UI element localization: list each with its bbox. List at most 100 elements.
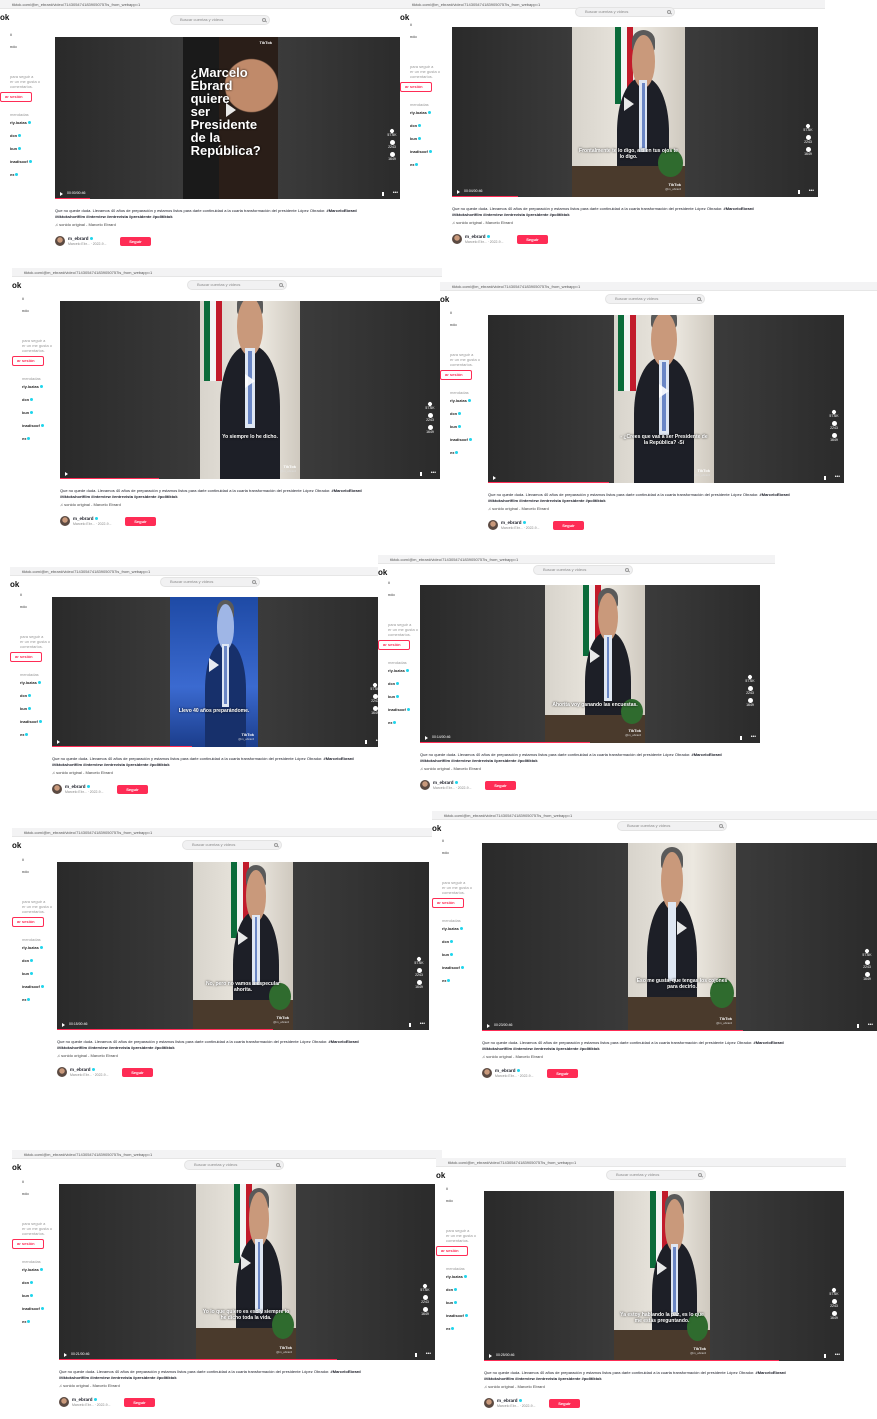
- caption-hashtag[interactable]: #MarceloEbrard: [324, 756, 354, 761]
- suggested-account[interactable]: kun: [22, 971, 33, 976]
- video-player[interactable]: Eso me gusta, que tengas los cojones par…: [482, 843, 877, 1031]
- more-options-icon[interactable]: •••: [420, 1021, 425, 1027]
- progress-bar[interactable]: [55, 197, 90, 199]
- caption-hashtags[interactable]: #tiktokshortfilm #interview #entrevista …: [55, 214, 173, 219]
- avatar[interactable]: [482, 1068, 492, 1078]
- follow-button[interactable]: Seguir: [122, 1068, 153, 1077]
- progress-bar[interactable]: [482, 1029, 743, 1031]
- browser-url-bar[interactable]: tiktok.com/@m_ebrard/video/7143054741839…: [436, 1158, 846, 1167]
- suggested-account[interactable]: dcn: [22, 397, 33, 402]
- video-player[interactable]: Yo lo que quiero es eso y siempre lo he …: [59, 1184, 435, 1360]
- tiktok-logo[interactable]: ok: [10, 580, 19, 589]
- tiktok-logo[interactable]: ok: [378, 568, 387, 577]
- caption-hashtag[interactable]: #MarceloEbrard: [332, 488, 362, 493]
- suggested-account[interactable]: kun: [450, 424, 461, 429]
- suggested-account[interactable]: inadisoof: [22, 984, 44, 989]
- sidebar-nav-item[interactable]: ii: [450, 310, 452, 315]
- sidebar-nav-item[interactable]: ndo: [20, 604, 27, 609]
- tiktok-logo[interactable]: ok: [440, 295, 449, 304]
- sidebar-nav-item[interactable]: ndo: [22, 869, 29, 874]
- tiktok-logo[interactable]: ok: [432, 824, 441, 833]
- author-name[interactable]: m_ebrard: [72, 1397, 97, 1402]
- video-player[interactable]: No, pero no vamos a especular ahorita. Ti…: [57, 862, 429, 1030]
- author-name[interactable]: m_ebrard: [433, 780, 458, 785]
- progress-bar[interactable]: [57, 1028, 273, 1030]
- sidebar-nav-item[interactable]: ii: [22, 296, 24, 301]
- suggested-account[interactable]: kun: [22, 410, 33, 415]
- search-icon[interactable]: [276, 1163, 280, 1167]
- caption-hashtag[interactable]: #MarceloEbrard: [756, 1370, 786, 1375]
- suggested-account[interactable]: rly.lozias: [10, 120, 31, 125]
- suggested-account[interactable]: inadisoof: [450, 437, 472, 442]
- progress-bar[interactable]: [484, 1359, 780, 1361]
- search-input[interactable]: Buscar cuentas y videos: [575, 7, 675, 17]
- play-icon[interactable]: [623, 96, 634, 111]
- suggested-account[interactable]: inadisoof: [10, 159, 32, 164]
- avatar[interactable]: [57, 1067, 67, 1077]
- search-icon[interactable]: [252, 580, 256, 584]
- search-input[interactable]: Buscar cuentas y videos: [617, 821, 727, 831]
- original-sound-link[interactable]: sonido original - Marcelo Ebrard: [452, 220, 513, 225]
- caption-hashtags[interactable]: #tiktokshortfilm #interview #entrevista …: [482, 1046, 600, 1051]
- progress-bar[interactable]: [59, 1358, 338, 1360]
- play-pause-icon[interactable]: [60, 192, 63, 196]
- suggested-account[interactable]: dcn: [10, 133, 21, 138]
- login-button[interactable]: ar sesión: [436, 1246, 468, 1256]
- suggested-account[interactable]: ex: [450, 450, 458, 455]
- progress-bar[interactable]: [488, 481, 610, 483]
- suggested-account[interactable]: inadisoof: [442, 965, 464, 970]
- suggested-account[interactable]: ex: [410, 162, 418, 167]
- sidebar-nav-item[interactable]: ii: [20, 592, 22, 597]
- volume-icon[interactable]: [824, 1354, 828, 1358]
- sidebar-nav-item[interactable]: ndo: [22, 308, 29, 313]
- play-icon[interactable]: [657, 1260, 667, 1275]
- play-icon[interactable]: [241, 1256, 251, 1271]
- suggested-account[interactable]: ex: [20, 732, 28, 737]
- follow-button[interactable]: Seguir: [124, 1398, 155, 1407]
- login-button[interactable]: ar sesión: [12, 356, 44, 366]
- suggested-account[interactable]: kun: [446, 1300, 457, 1305]
- volume-icon[interactable]: [382, 192, 386, 196]
- more-options-icon[interactable]: •••: [393, 190, 398, 196]
- play-pause-icon[interactable]: [489, 1354, 492, 1358]
- suggested-account[interactable]: rly.lozias: [22, 384, 43, 389]
- follow-button[interactable]: Seguir: [125, 517, 156, 526]
- follow-button[interactable]: Seguir: [517, 235, 548, 244]
- suggested-account[interactable]: rly.lozias: [450, 398, 471, 403]
- browser-url-bar[interactable]: tiktok.com/@m_ebrard/video/7143054741839…: [12, 828, 437, 837]
- play-icon[interactable]: [659, 383, 669, 398]
- sidebar-nav-item[interactable]: ndo: [410, 34, 417, 39]
- volume-icon[interactable]: [409, 1023, 413, 1027]
- caption-hashtags[interactable]: #tiktokshortfilm #interview #entrevista …: [60, 494, 178, 499]
- search-icon[interactable]: [625, 568, 629, 572]
- login-button[interactable]: ar sesión: [432, 898, 464, 908]
- play-pause-icon[interactable]: [64, 1353, 67, 1357]
- search-icon[interactable]: [279, 283, 283, 287]
- volume-icon[interactable]: [857, 1024, 861, 1028]
- suggested-account[interactable]: dcn: [442, 939, 453, 944]
- tiktok-logo[interactable]: ok: [12, 841, 21, 850]
- more-options-icon[interactable]: •••: [835, 474, 840, 480]
- sidebar-nav-item[interactable]: ndo: [442, 850, 449, 855]
- progress-bar[interactable]: [452, 195, 518, 197]
- play-icon[interactable]: [677, 920, 687, 935]
- caption-hashtags[interactable]: #tiktokshortfilm #interview #entrevista …: [452, 212, 570, 217]
- suggested-account[interactable]: rly.lozias: [442, 926, 463, 931]
- browser-url-bar[interactable]: tiktok.com/@m_ebrard/video/7143054741839…: [0, 0, 410, 9]
- suggested-account[interactable]: kun: [442, 952, 453, 957]
- caption-hashtags[interactable]: #tiktokshortfilm #interview #entrevista …: [484, 1376, 602, 1381]
- suggested-account[interactable]: rly.lozias: [22, 945, 43, 950]
- suggested-account[interactable]: rly.lozias: [388, 668, 409, 673]
- play-pause-icon[interactable]: [425, 736, 428, 740]
- tiktok-logo[interactable]: ok: [400, 13, 409, 22]
- play-icon[interactable]: [238, 930, 248, 945]
- suggested-account[interactable]: ex: [22, 436, 30, 441]
- avatar[interactable]: [452, 234, 462, 244]
- video-player[interactable]: Ahorita voy ganando las encuestas. TikTok…: [420, 585, 760, 743]
- caption-hashtag[interactable]: #MarceloEbrard: [724, 206, 754, 211]
- volume-icon[interactable]: [420, 472, 424, 476]
- original-sound-link[interactable]: sonido original - Marcelo Ebrard: [60, 502, 121, 507]
- follow-button[interactable]: Seguir: [549, 1399, 580, 1408]
- suggested-account[interactable]: ex: [22, 997, 30, 1002]
- tiktok-logo[interactable]: ok: [12, 281, 21, 290]
